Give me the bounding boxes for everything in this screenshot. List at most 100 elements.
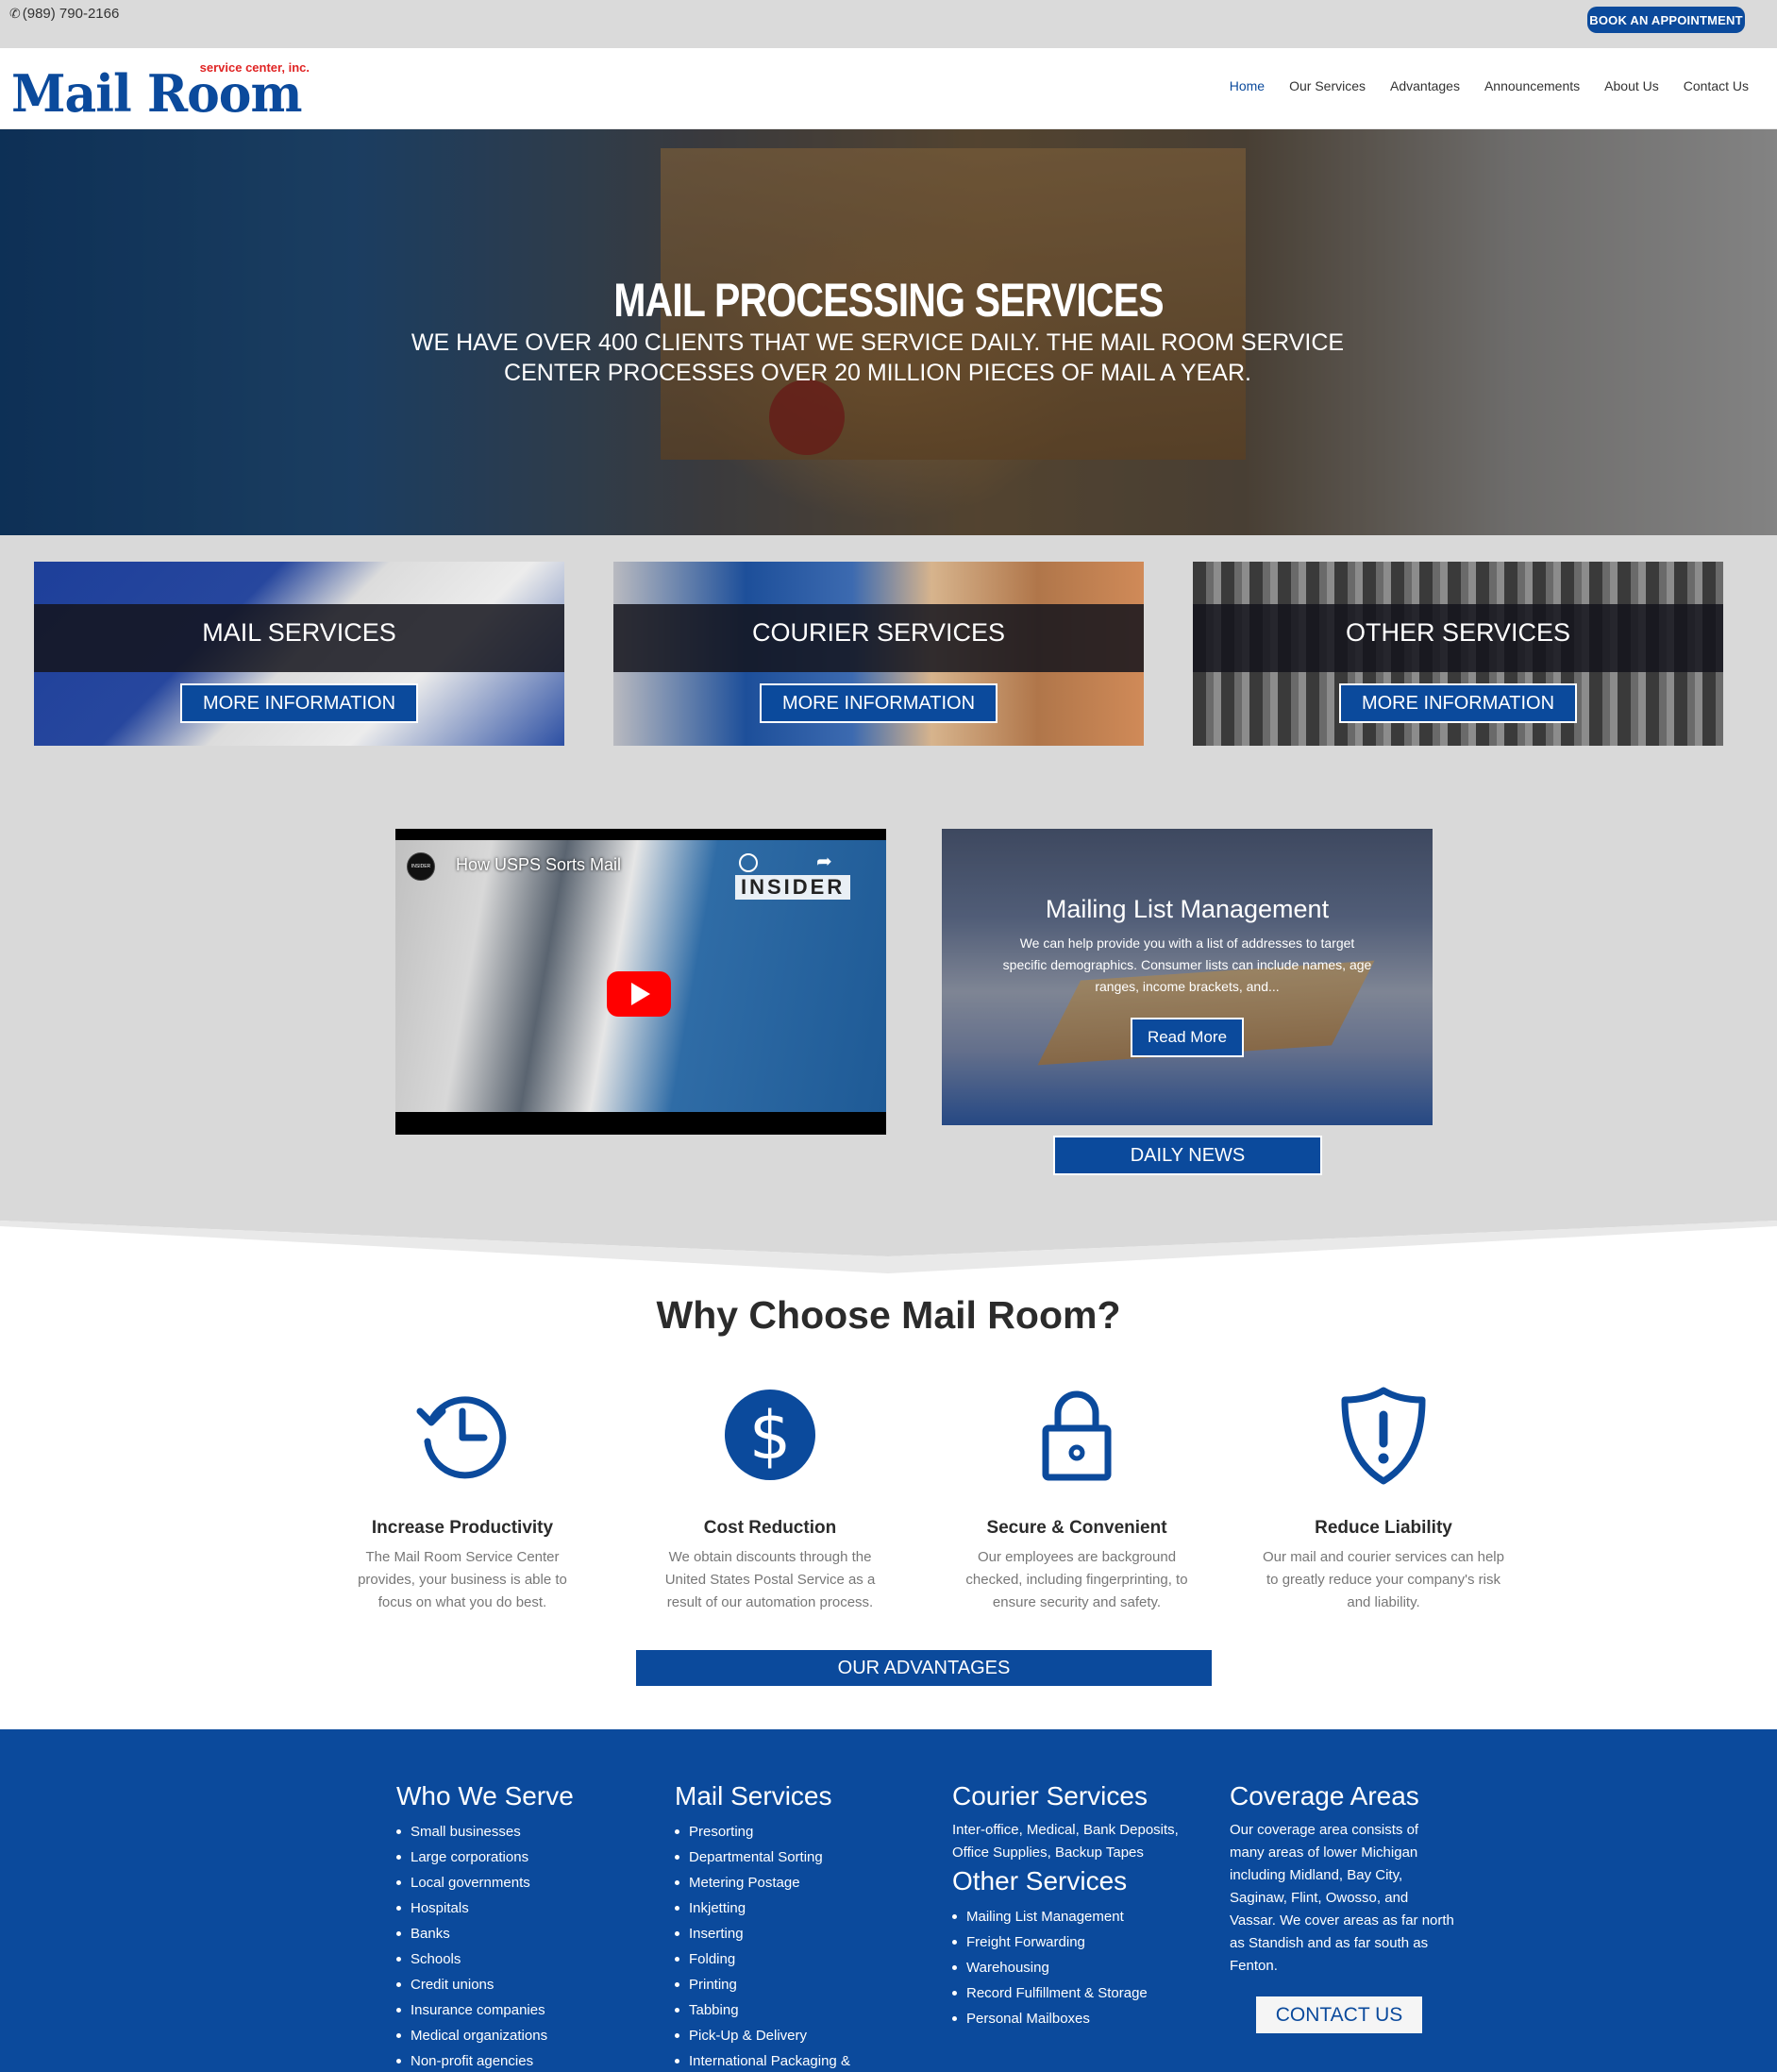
courier-services-more-button[interactable]: MORE INFORMATION <box>760 683 997 723</box>
nav-our-services[interactable]: Our Services <box>1289 78 1366 93</box>
other-services-more-button[interactable]: MORE INFORMATION <box>1339 683 1577 723</box>
share-icon[interactable]: ➦ <box>816 850 832 873</box>
logo[interactable]: service center, inc. Mail Room <box>11 60 310 120</box>
footer-heading: Courier Services <box>952 1781 1148 1811</box>
list-item: Printing <box>675 1972 920 1997</box>
footer: Who We Serve Small businesses Large corp… <box>0 1729 1777 2072</box>
mailing-list-text: We can help provide you with a list of a… <box>1002 935 1372 994</box>
other-services-title: OTHER SERVICES <box>1345 618 1571 647</box>
phone-icon: ✆ <box>9 6 21 21</box>
phone-text: (989) 790-2166 <box>22 6 120 22</box>
footer-mail-services: Mail Services Presorting Departmental So… <box>675 1781 920 2072</box>
list-item: Non-profit agencies <box>396 2048 642 2072</box>
footer-heading: Coverage Areas <box>1230 1781 1419 1811</box>
hero-title: MAIL PROCESSING SERVICES <box>613 274 1164 327</box>
footer-courier-services: Courier Services Inter-office, Medical, … <box>952 1781 1188 2031</box>
feature-text: Our mail and courier services can help t… <box>1263 1549 1504 1610</box>
list-item: Hospitals <box>396 1895 642 1921</box>
list-item: Folding <box>675 1946 920 1972</box>
video-brand-logo: INSIDER <box>735 875 851 900</box>
watch-later-icon[interactable] <box>739 853 758 872</box>
list-item: Mailing List Management <box>952 1904 1188 1929</box>
mailing-list-title: Mailing List Management <box>1045 895 1330 923</box>
list-item: Tabbing <box>675 1997 920 2023</box>
feature-title: Cost Reduction <box>703 1518 837 1538</box>
list-item: Metering Postage <box>675 1870 920 1895</box>
mailing-list-card: Mailing List Management We can help prov… <box>942 829 1433 1125</box>
list-item: Personal Mailboxes <box>952 2006 1188 2031</box>
mail-services-more-button[interactable]: MORE INFORMATION <box>180 683 418 723</box>
list-item: Departmental Sorting <box>675 1845 920 1870</box>
shield-alert-icon <box>1341 1387 1426 1485</box>
other-services-list: Mailing List Management Freight Forwardi… <box>952 1904 1188 2031</box>
video-embed[interactable]: INSIDER How USPS Sorts Mail ➦ INSIDER <box>395 829 886 1135</box>
our-advantages-button[interactable]: OUR ADVANTAGES <box>636 1650 1212 1686</box>
feature-title: Reduce Liability <box>1315 1518 1452 1538</box>
section-divider <box>0 1219 1777 1273</box>
footer-who-we-serve: Who We Serve Small businesses Large corp… <box>396 1781 642 2072</box>
feature-text: Our employees are background checked, in… <box>965 1549 1188 1610</box>
nav-about-us[interactable]: About Us <box>1604 78 1659 93</box>
feature-liability: Reduce Liability Our mail and courier se… <box>1261 1383 1506 1614</box>
mail-services-list: Presorting Departmental Sorting Metering… <box>675 1819 920 2072</box>
list-item: Inserting <box>675 1921 920 1946</box>
feature-title: Increase Productivity <box>371 1518 554 1538</box>
feature-productivity: Increase Productivity The Mail Room Serv… <box>340 1383 585 1614</box>
list-item: Record Fulfillment & Storage <box>952 1980 1188 2006</box>
feature-cost: $ Cost Reduction We obtain discounts thr… <box>647 1383 893 1614</box>
list-item: Freight Forwarding <box>952 1929 1188 1955</box>
list-item: Small businesses <box>396 1819 642 1845</box>
nav-contact-us[interactable]: Contact Us <box>1684 78 1749 93</box>
list-item: Inkjetting <box>675 1895 920 1921</box>
phone-number[interactable]: ✆ (989) 790-2166 <box>9 6 119 22</box>
contact-us-button[interactable]: CONTACT US <box>1256 1996 1422 2033</box>
list-item: Medical organizations <box>396 2023 642 2048</box>
footer-coverage-areas: Coverage Areas Our coverage area consist… <box>1230 1781 1456 1978</box>
mail-services-card[interactable]: MAIL SERVICES MORE INFORMATION <box>34 562 564 746</box>
other-services-card[interactable]: OTHER SERVICES MORE INFORMATION <box>1193 562 1723 746</box>
lock-icon <box>1042 1390 1112 1481</box>
list-item: Insurance companies <box>396 1997 642 2023</box>
main-nav: Home Our Services Advantages Announcemen… <box>1230 78 1749 93</box>
feature-title: Secure & Convenient <box>986 1518 1167 1538</box>
video-title[interactable]: How USPS Sorts Mail <box>456 855 621 875</box>
courier-services-card[interactable]: COURIER SERVICES MORE INFORMATION <box>613 562 1144 746</box>
top-bar: ✆ (989) 790-2166 BOOK AN APPOINTMENT <box>0 0 1777 48</box>
list-item: Large corporations <box>396 1845 642 1870</box>
logo-text: Mail Room <box>11 63 302 125</box>
nav-announcements[interactable]: Announcements <box>1484 78 1580 93</box>
book-appointment-button[interactable]: BOOK AN APPOINTMENT <box>1587 7 1745 33</box>
list-item: Presorting <box>675 1819 920 1845</box>
mail-services-title: MAIL SERVICES <box>202 618 396 647</box>
feature-text: We obtain discounts through the United S… <box>664 1549 876 1610</box>
services-section: MAIL SERVICES MORE INFORMATION COURIER S… <box>0 535 1777 1219</box>
feature-text: The Mail Room Service Center provides, y… <box>358 1549 567 1610</box>
list-item: Banks <box>396 1921 642 1946</box>
list-item: Warehousing <box>952 1955 1188 1980</box>
dollar-icon: $ <box>725 1390 815 1480</box>
list-item: Schools <box>396 1946 642 1972</box>
history-clock-icon <box>416 1396 507 1479</box>
courier-services-title: COURIER SERVICES <box>751 618 1006 647</box>
daily-news-button[interactable]: DAILY NEWS <box>1053 1136 1322 1175</box>
site-header: service center, inc. Mail Room Home Our … <box>0 48 1777 129</box>
list-item: Local governments <box>396 1870 642 1895</box>
list-item: Credit unions <box>396 1972 642 1997</box>
footer-heading: Who We Serve <box>396 1781 574 1811</box>
feature-secure: Secure & Convenient Our employees are ba… <box>954 1383 1199 1614</box>
nav-home[interactable]: Home <box>1230 78 1265 93</box>
footer-heading: Other Services <box>952 1866 1128 1895</box>
hero-subtitle: WE HAVE OVER 400 CLIENTS THAT WE SERVICE… <box>411 329 1345 386</box>
list-item: Pick-Up & Delivery <box>675 2023 920 2048</box>
list-item: International Packaging & <box>675 2048 920 2072</box>
who-we-serve-list: Small businesses Large corporations Loca… <box>396 1819 642 2072</box>
courier-services-text: Inter-office, Medical, Bank Deposits, Of… <box>952 1822 1179 1861</box>
play-icon <box>631 983 650 1005</box>
read-more-button[interactable]: Read More <box>1131 1018 1244 1057</box>
coverage-text: Our coverage area consists of many areas… <box>1230 1822 1454 1974</box>
footer-heading: Mail Services <box>675 1781 832 1811</box>
hero-banner: MAIL PROCESSING SERVICES WE HAVE OVER 40… <box>0 129 1777 535</box>
play-button[interactable] <box>607 971 671 1017</box>
nav-advantages[interactable]: Advantages <box>1390 78 1460 93</box>
channel-avatar[interactable]: INSIDER <box>407 852 435 881</box>
